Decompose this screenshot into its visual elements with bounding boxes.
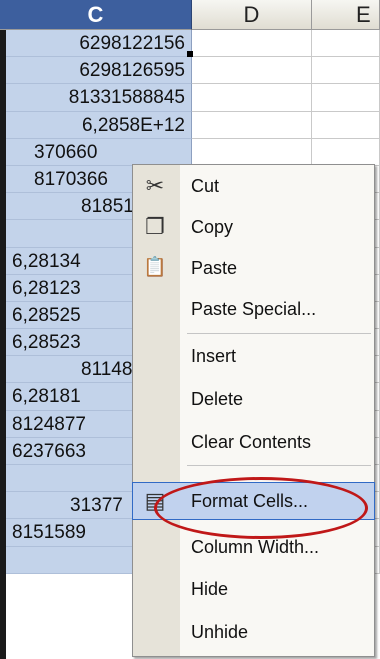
menu-item-paste[interactable]: 📋 Paste [133,250,374,286]
cell-e[interactable] [312,84,380,112]
cell-c[interactable]: 370660 [6,138,192,166]
paste-icon: 📋 [143,257,167,278]
menu-item-unhide[interactable]: Unhide [133,614,374,650]
context-menu: ✂ Cut ❐ Copy 📋 Paste Paste Special... In… [132,164,375,657]
menu-item-cut[interactable]: ✂ Cut [133,168,374,204]
cell-c[interactable]: 6298126595 [6,57,192,85]
cell-d[interactable] [192,57,312,85]
column-header-d[interactable]: D [192,0,312,30]
cell-e[interactable] [312,138,380,166]
column-header-e[interactable]: E [312,0,380,30]
fill-handle[interactable] [187,51,193,57]
scissors-icon: ✂ [145,173,165,198]
menu-item-clear-contents[interactable]: Clear Contents [133,424,374,460]
menu-item-label: Cut [191,176,220,196]
menu-item-copy[interactable]: ❐ Copy [133,209,374,245]
menu-item-label: Delete [191,389,244,409]
table-row: 81331588845 [0,84,380,112]
column-header-c[interactable]: C [0,0,192,30]
cell-e[interactable] [312,111,380,139]
menu-item-paste-special[interactable]: Paste Special... [133,291,374,327]
table-row: 6,2858E+12 [0,111,380,139]
cell-d[interactable] [192,84,312,112]
menu-item-label: Paste Special... [191,299,317,319]
cell-c[interactable]: 81331588845 [6,84,192,112]
menu-item-label: Paste [191,258,238,278]
cell-c[interactable]: 6,2858E+12 [6,111,192,139]
menu-item-insert[interactable]: Insert [133,338,374,374]
menu-item-label: Insert [191,346,237,366]
menu-item-label: Hide [191,579,229,599]
menu-item-hide[interactable]: Hide [133,571,374,607]
cell-d[interactable] [192,30,312,58]
menu-item-label: Unhide [191,622,249,642]
copy-icon: ❐ [145,214,165,239]
menu-separator [187,333,371,334]
table-row: 370660 [0,138,380,166]
cell-e[interactable] [312,57,380,85]
cell-e[interactable] [312,30,380,58]
annotation-circle [154,477,368,539]
menu-separator [187,465,371,466]
menu-item-label: Clear Contents [191,432,312,452]
cell-c[interactable]: 6298122156 [6,30,192,58]
cell-d[interactable] [192,138,312,166]
menu-item-label: Copy [191,217,234,237]
cell-d[interactable] [192,111,312,139]
table-row: 6298126595 [0,57,380,85]
menu-item-delete[interactable]: Delete [133,381,374,417]
